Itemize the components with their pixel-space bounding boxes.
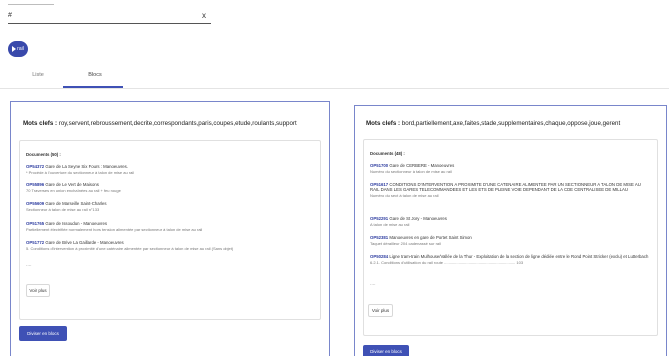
documents-panel: Documents (50) : OP54372 Gare de La Seyn… (19, 140, 321, 320)
list-item: OP55896 Gare de Le Vert de Maisons 70 Tr… (26, 182, 314, 193)
document-snippet: Sectionneur à talon de mise au rail n°13… (26, 206, 100, 212)
document-link[interactable]: OP51765 (26, 221, 44, 226)
document-title: OP51765 Gare de Issoudun - Manoeuvres (26, 221, 314, 226)
diviser-en-blocs-button[interactable]: Diviser en blocs (19, 326, 67, 341)
voir-plus-button[interactable]: Voir plus (26, 284, 50, 297)
document-title-text: Gare de Brive La Gaillarde - Manoeuvres (44, 240, 124, 245)
document-snippet: Numéro du sect à talon de mise au rail (370, 192, 439, 198)
keywords-list: bord,partiellement,axe,faites,stade,supp… (401, 120, 621, 127)
filter-chip-label: rail (17, 46, 24, 52)
document-link[interactable]: OP50284 (370, 254, 388, 259)
more-ellipsis: .... (26, 262, 32, 268)
list-item: OP52291 Gare de St Jory - Manoeuvres A t… (370, 216, 651, 227)
search-underline (8, 23, 211, 24)
document-title: OP54372 Gare de La Seyne Six Fours : Man… (26, 164, 314, 169)
document-title: OP52381 Manoeuvres en gare de Portet Sai… (370, 235, 651, 240)
document-snippet: 5. Conditions d'intervention à proximité… (26, 245, 234, 251)
block-card-1: Mots clefs : roy,servent,rebroussement,d… (10, 101, 330, 356)
list-item: OP51765 Gare de Issoudun - Manoeuvres Pa… (26, 221, 314, 232)
document-title-text: Manoeuvres en gare de Portet Saint Simon (388, 235, 472, 240)
document-snippet: Partiellement électrifiée normalement ho… (26, 226, 203, 232)
list-item: OP51617 CONDITIONS D'INTERVENTION A PROX… (370, 182, 651, 198)
document-link[interactable]: OP55609 (26, 201, 44, 206)
document-title: OP51700 Gare de CERBERE - Manoeuvres (370, 163, 651, 168)
search-input[interactable]: # (8, 12, 12, 19)
document-link[interactable]: OP52381 (370, 235, 388, 240)
list-item: OP50284 Ligne tram-train Mulhouse/Vallée… (370, 254, 651, 265)
voir-plus-button[interactable]: Voir plus (368, 304, 393, 317)
documents-count: Documents (48) : (370, 151, 405, 156)
list-item: OP55609 Gare de Marseille Saint-Charles … (26, 201, 314, 212)
more-ellipsis: .... (370, 281, 376, 287)
document-title-text: Gare de St Jory - Manoeuvres (388, 216, 447, 221)
document-title: OP51617 CONDITIONS D'INTERVENTION A PROX… (370, 182, 651, 192)
block-card-2: Mots clefs : bord,partiellement,axe,fait… (354, 105, 667, 356)
document-snippet: * Procède à l'ouverture du sectionneur à… (26, 169, 135, 175)
document-title: OP55896 Gare de Le Vert de Maisons (26, 182, 314, 187)
document-title-text: Gare de Le Vert de Maisons (44, 182, 99, 187)
play-icon (12, 46, 17, 52)
document-title: OP55609 Gare de Marseille Saint-Charles (26, 201, 314, 206)
document-snippet: A talon de mise au rail (370, 221, 410, 227)
keywords-line: Mots clefs : roy,servent,rebroussement,d… (23, 120, 321, 127)
list-item: OP51772 Gare de Brive La Gaillarde - Man… (26, 240, 314, 251)
document-snippet: 70 Traverses en union enchaînées au rail… (26, 187, 121, 193)
keywords-list: roy,servent,rebroussement,decrite,corres… (58, 120, 297, 127)
list-item: OP54372 Gare de La Seyne Six Fours : Man… (26, 164, 314, 175)
document-title-text: Gare de La Seyne Six Fours : Manoeuvres. (44, 164, 129, 169)
document-title-text: CONDITIONS D'INTERVENTION A PROXIMITE D'… (370, 182, 641, 193)
documents-panel: Documents (48) : OP51700 Gare de CERBERE… (363, 139, 658, 336)
document-link[interactable]: OP51700 (370, 163, 388, 168)
search-label-line (8, 4, 54, 5)
document-title-text: Gare de Issoudun - Manoeuvres (44, 221, 107, 226)
document-title: OP52291 Gare de St Jory - Manoeuvres (370, 216, 651, 221)
document-link[interactable]: OP55896 (26, 182, 44, 187)
document-title: OP51772 Gare de Brive La Gaillarde - Man… (26, 240, 314, 245)
document-link[interactable]: OP51772 (26, 240, 44, 245)
list-item: OP52381 Manoeuvres en gare de Portet Sai… (370, 235, 651, 246)
documents-count: Documents (50) : (26, 152, 61, 157)
document-snippet: 6.2.1. Conditions d'utilisation du rail … (370, 259, 524, 265)
keywords-label: Mots clefs : (23, 120, 58, 127)
document-title: OP50284 Ligne tram-train Mulhouse/Vallée… (370, 254, 651, 259)
document-snippet: Taquet dérailleur 204 cadenassé sur rail (370, 240, 441, 246)
tab-blocs[interactable]: Blocs (85, 72, 105, 78)
tab-liste[interactable]: Liste (28, 72, 48, 78)
document-link[interactable]: OP54372 (26, 164, 44, 169)
document-link[interactable]: OP52291 (370, 216, 388, 221)
list-item: OP51700 Gare de CERBERE - Manoeuvres Num… (370, 163, 651, 174)
close-icon[interactable]: x (202, 11, 206, 20)
filter-chip-rail[interactable]: rail (8, 41, 28, 57)
keywords-label: Mots clefs : (366, 120, 401, 127)
keywords-line: Mots clefs : bord,partiellement,axe,fait… (366, 120, 658, 127)
diviser-en-blocs-button[interactable]: Diviser en blocs (363, 345, 409, 356)
tabs-divider (0, 88, 669, 89)
document-snippet: Numéro du sectionneur à talon de mise au… (370, 168, 452, 174)
document-title-text: Gare de Marseille Saint-Charles (44, 201, 107, 206)
document-title-text: Ligne tram-train Mulhouse/Vallée de la T… (388, 254, 649, 259)
document-title-text: Gare de CERBERE - Manoeuvres (388, 163, 455, 168)
